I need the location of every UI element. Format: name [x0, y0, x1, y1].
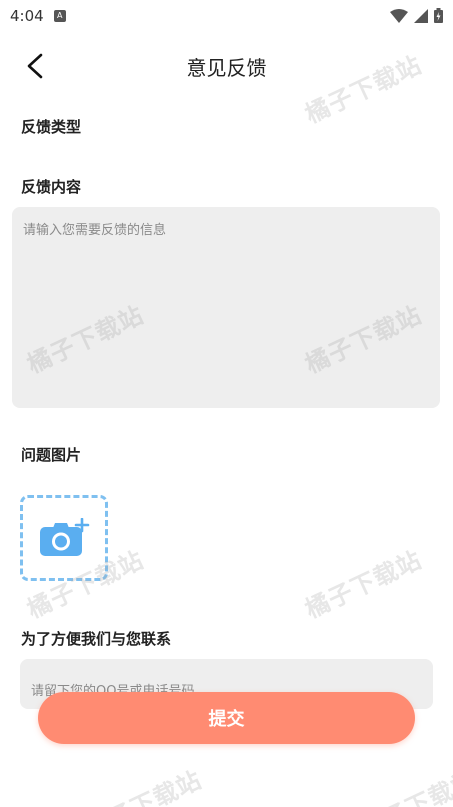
feedback-content-label: 反馈内容	[21, 178, 82, 196]
battery-icon	[434, 8, 443, 23]
wifi-icon	[390, 8, 408, 23]
status-left: 4:04 A	[10, 7, 66, 25]
page-title: 意见反馈	[186, 56, 267, 80]
submit-button[interactable]: 提交	[38, 692, 415, 744]
notification-icon: A	[53, 10, 66, 22]
nav-bar: 意见反馈	[0, 40, 453, 92]
watermark: 橘子下载站	[355, 765, 453, 807]
watermark: 橘子下载站	[80, 765, 207, 807]
image-upload-button[interactable]	[20, 495, 108, 581]
feedback-type-label: 反馈类型	[21, 118, 82, 136]
problem-image-label: 问题图片	[21, 446, 82, 464]
watermark: 橘子下载站	[300, 545, 427, 624]
status-bar: 4:04 A	[0, 0, 453, 32]
status-time: 4:04	[10, 7, 44, 25]
status-right	[390, 8, 443, 23]
camera-plus-icon	[40, 518, 90, 556]
feedback-content-input[interactable]	[12, 207, 440, 408]
signal-icon	[414, 8, 428, 23]
contact-label: 为了方便我们与您联系	[21, 630, 172, 648]
